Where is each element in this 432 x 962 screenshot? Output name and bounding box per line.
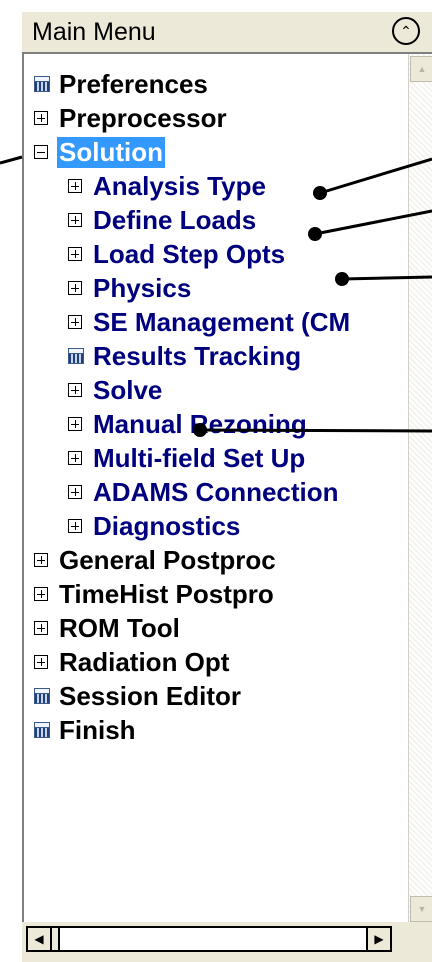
tree-item-label: Multi-field Set Up <box>93 442 306 473</box>
expand-plus-icon[interactable] <box>68 213 82 227</box>
tree-item-label: ROM Tool <box>59 612 180 643</box>
horizontal-scroll-thumb[interactable] <box>52 928 60 950</box>
tree-item-general-postproc[interactable]: General Postproc <box>34 543 278 577</box>
double-chevron-up-icon: ⌃ <box>400 23 412 39</box>
tree-item-results-tracking[interactable]: Results Tracking <box>68 339 303 373</box>
expand-plus-icon[interactable] <box>68 383 82 397</box>
tree-item-label: Solve <box>93 374 163 405</box>
tree-item-label: Preprocessor <box>59 102 227 133</box>
tree-item-manual-rezoning[interactable]: Manual Rezoning <box>68 407 309 441</box>
main-menu-panel: Main Menu ⌃ Preferences Preprocessor Sol… <box>22 12 432 962</box>
tree-item-radiation-opt[interactable]: Radiation Opt <box>34 645 231 679</box>
expand-plus-icon[interactable] <box>34 111 48 125</box>
scroll-right-button[interactable]: ▶ <box>366 926 392 952</box>
tree-item-label: SE Management (CM <box>93 306 351 337</box>
calculator-icon <box>68 348 84 364</box>
calculator-icon <box>34 722 50 738</box>
expand-plus-icon[interactable] <box>68 281 82 295</box>
horizontal-scroll-track[interactable] <box>52 926 366 952</box>
menu-tree: Preferences Preprocessor Solution Analys… <box>24 54 414 922</box>
expand-plus-icon[interactable] <box>34 621 48 635</box>
expand-plus-icon[interactable] <box>68 315 82 329</box>
tree-item-label: ADAMS Connection <box>93 476 339 507</box>
arrow-right-icon: ▶ <box>374 932 384 946</box>
tree-item-label: Manual Rezoning <box>93 408 307 439</box>
tree-item-multi-field-set-up[interactable]: Multi-field Set Up <box>68 441 307 475</box>
tree-item-label: Radiation Opt <box>59 646 230 677</box>
tree-item-label: TimeHist Postpro <box>59 578 274 609</box>
tree-item-label: Load Step Opts <box>93 238 286 269</box>
tree-item-solve[interactable]: Solve <box>68 373 164 407</box>
tree-item-physics[interactable]: Physics <box>68 271 193 305</box>
expand-plus-icon[interactable] <box>68 519 82 533</box>
expand-plus-icon[interactable] <box>68 451 82 465</box>
arrow-up-icon: ▲ <box>417 64 427 74</box>
tree-item-solution[interactable]: Solution <box>34 135 165 169</box>
tree-item-session-editor[interactable]: Session Editor <box>34 679 243 713</box>
tree-item-load-step-opts[interactable]: Load Step Opts <box>68 237 287 271</box>
tree-item-preprocessor[interactable]: Preprocessor <box>34 101 229 135</box>
main-menu-header: Main Menu ⌃ <box>22 12 432 52</box>
menu-tree-frame: Preferences Preprocessor Solution Analys… <box>22 52 432 922</box>
horizontal-scrollbar[interactable]: ◀ ▶ <box>22 922 432 952</box>
collapse-minus-icon[interactable] <box>34 145 48 159</box>
expand-plus-icon[interactable] <box>34 553 48 567</box>
tree-item-label: Preferences <box>59 68 208 99</box>
main-menu-title: Main Menu <box>32 18 156 46</box>
tree-item-label: Physics <box>93 272 192 303</box>
expand-plus-icon[interactable] <box>68 179 82 193</box>
tree-item-preferences[interactable]: Preferences <box>34 67 210 101</box>
scroll-down-button[interactable]: ▼ <box>410 896 432 922</box>
tree-item-label: Session Editor <box>59 680 242 711</box>
tree-item-label: Results Tracking <box>93 340 302 371</box>
tree-item-label: Finish <box>59 714 136 745</box>
calculator-icon <box>34 688 50 704</box>
tree-item-label: Analysis Type <box>93 170 266 201</box>
scroll-left-button[interactable]: ◀ <box>26 926 52 952</box>
tree-item-finish[interactable]: Finish <box>34 713 138 747</box>
tree-item-label-selected: Solution <box>57 136 165 168</box>
tree-item-label: Define Loads <box>93 204 257 235</box>
arrow-down-icon: ▼ <box>417 904 427 914</box>
annotation-line-solution <box>0 155 23 165</box>
expand-plus-icon[interactable] <box>68 485 82 499</box>
tree-item-label: General Postproc <box>59 544 276 575</box>
tree-item-label: Diagnostics <box>93 510 241 541</box>
expand-plus-icon[interactable] <box>34 655 48 669</box>
expand-plus-icon[interactable] <box>68 417 82 431</box>
tree-item-adams-connection[interactable]: ADAMS Connection <box>68 475 341 509</box>
tree-item-diagnostics[interactable]: Diagnostics <box>68 509 242 543</box>
collapse-menu-button[interactable]: ⌃ <box>392 17 420 45</box>
tree-item-rom-tool[interactable]: ROM Tool <box>34 611 182 645</box>
expand-plus-icon[interactable] <box>34 587 48 601</box>
tree-item-se-management[interactable]: SE Management (CM <box>68 305 352 339</box>
expand-plus-icon[interactable] <box>68 247 82 261</box>
tree-item-define-loads[interactable]: Define Loads <box>68 203 258 237</box>
vertical-scrollbar[interactable]: ▲ ▼ <box>408 54 432 922</box>
tree-item-analysis-type[interactable]: Analysis Type <box>68 169 268 203</box>
scroll-up-button[interactable]: ▲ <box>410 56 432 82</box>
arrow-left-icon: ◀ <box>34 932 44 946</box>
tree-item-timehist-postpro[interactable]: TimeHist Postpro <box>34 577 276 611</box>
calculator-icon <box>34 76 50 92</box>
